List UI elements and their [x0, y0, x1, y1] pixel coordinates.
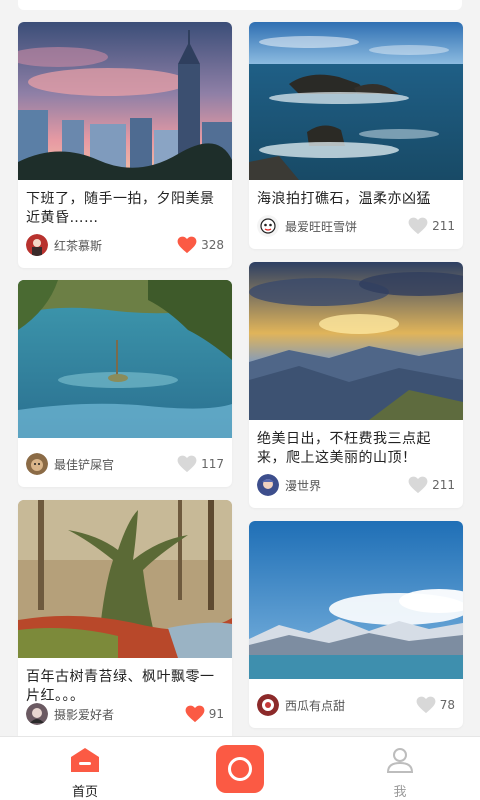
- post-meta: 红茶慕斯 328: [18, 233, 232, 257]
- user-icon: [370, 747, 430, 777]
- post-image-blue-lake[interactable]: [18, 280, 232, 438]
- avatar[interactable]: [26, 703, 48, 725]
- post-meta: 摄影爱好者 91: [18, 702, 232, 726]
- avatar[interactable]: [26, 453, 48, 475]
- post-card[interactable]: 下班了，随手一拍，夕阳美景近黄昏…… 红茶慕斯 328: [18, 22, 232, 268]
- heart-icon: [408, 476, 428, 494]
- home-icon: [55, 747, 115, 777]
- like-button[interactable]: 211: [408, 476, 455, 494]
- avatar[interactable]: [257, 694, 279, 716]
- avatar[interactable]: [257, 215, 279, 237]
- post-card[interactable]: 百年古树青苔绿、枫叶飘零一片红。。。 摄影爱好者 91: [18, 500, 232, 736]
- like-button[interactable]: 117: [177, 455, 224, 473]
- tab-home-label: 首页: [71, 785, 98, 800]
- author-name[interactable]: 最爱旺旺雪饼: [285, 218, 408, 235]
- post-image-city-sunset[interactable]: [18, 22, 232, 180]
- avatar[interactable]: [257, 474, 279, 496]
- like-button[interactable]: 328: [177, 236, 224, 254]
- heart-icon: [177, 236, 197, 254]
- heart-icon: [408, 217, 428, 235]
- post-meta: 漫世界 211: [249, 473, 463, 497]
- author-name[interactable]: 西瓜有点甜: [285, 697, 416, 714]
- post-image-sea-rocks[interactable]: [249, 22, 463, 180]
- author-name[interactable]: 最佳铲屎官: [54, 456, 177, 473]
- post-meta: 最佳铲屎官 117: [18, 452, 232, 476]
- author-name[interactable]: 红茶慕斯: [54, 237, 177, 254]
- post-title: 海浪拍打礁石，温柔亦凶猛: [257, 191, 431, 207]
- feed: 下班了，随手一拍，夕阳美景近黄昏…… 红茶慕斯 328 海浪拍打礁石，温柔亦凶猛…: [0, 0, 480, 736]
- author-name[interactable]: 漫世界: [285, 477, 408, 494]
- tab-home[interactable]: 首页: [55, 747, 115, 800]
- heart-icon: [185, 705, 205, 723]
- post-image-snow-mountains-lake[interactable]: [249, 521, 463, 679]
- post-image-mountain-sunrise[interactable]: [249, 262, 463, 420]
- heart-icon: [416, 696, 436, 714]
- like-count: 78: [439, 698, 455, 712]
- post-title: 下班了，随手一拍，夕阳美景近黄昏……: [26, 191, 215, 226]
- heart-icon: [177, 455, 197, 473]
- camera-button[interactable]: [216, 745, 264, 793]
- author-name[interactable]: 摄影爱好者: [54, 706, 185, 723]
- post-image-mossy-forest[interactable]: [18, 500, 232, 658]
- camera-icon: [228, 757, 252, 781]
- post-title: 绝美日出，不枉费我三点起来，爬上这美丽的山顶！: [257, 431, 431, 466]
- like-count: 117: [201, 457, 224, 471]
- previous-card[interactable]: [18, 0, 462, 10]
- like-button[interactable]: 211: [408, 217, 455, 235]
- like-count: 328: [201, 238, 224, 252]
- post-meta: 最爱旺旺雪饼 211: [249, 214, 463, 238]
- post-title: 百年古树青苔绿、枫叶飘零一片红。。。: [26, 669, 215, 704]
- tab-me[interactable]: 我: [370, 747, 430, 800]
- post-meta: 西瓜有点甜 78: [249, 693, 463, 717]
- like-button[interactable]: 78: [416, 696, 455, 714]
- post-card[interactable]: 海浪拍打礁石，温柔亦凶猛 最爱旺旺雪饼 211: [249, 22, 463, 249]
- like-count: 91: [208, 707, 224, 721]
- tab-me-label: 我: [393, 785, 407, 800]
- post-card[interactable]: 绝美日出，不枉费我三点起来，爬上这美丽的山顶！ 漫世界 211: [249, 262, 463, 508]
- post-card[interactable]: 最佳铲屎官 117: [18, 280, 232, 487]
- avatar[interactable]: [26, 234, 48, 256]
- like-count: 211: [432, 219, 455, 233]
- post-card[interactable]: 西瓜有点甜 78: [249, 521, 463, 728]
- like-count: 211: [432, 478, 455, 492]
- like-button[interactable]: 91: [185, 705, 224, 723]
